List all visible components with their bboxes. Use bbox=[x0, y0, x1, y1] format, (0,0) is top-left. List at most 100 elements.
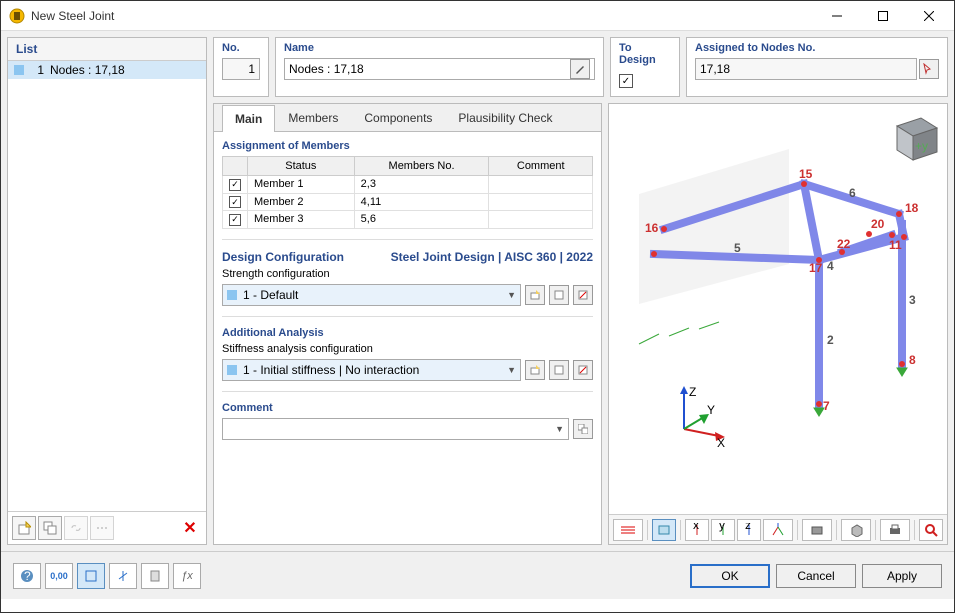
new-item-button[interactable] bbox=[12, 516, 36, 540]
footer-left-toolbar: ? 0,00 ƒx bbox=[13, 563, 201, 589]
comment-input[interactable]: ▼ bbox=[222, 418, 569, 440]
more-button[interactable] bbox=[90, 516, 114, 540]
strength-config-label: Strength configuration bbox=[222, 268, 593, 280]
calc-button[interactable] bbox=[109, 563, 137, 589]
table-row[interactable]: ✓Member 35,6 bbox=[223, 211, 593, 229]
view-cube[interactable]: +y bbox=[885, 110, 941, 166]
no-input[interactable]: 1 bbox=[222, 58, 260, 80]
stiff-new-icon[interactable] bbox=[525, 360, 545, 380]
list-item-label: Nodes : 17,18 bbox=[50, 63, 125, 77]
pick-nodes-icon[interactable] bbox=[919, 59, 939, 79]
stiffness-combo[interactable]: 1 - Initial stiffness | No interaction ▼ bbox=[222, 359, 521, 381]
main-area: No. 1 Name Nodes : 17,18 To Design ✓ Ass… bbox=[213, 37, 948, 545]
additional-title: Additional Analysis bbox=[222, 327, 593, 339]
svg-text:Y: Y bbox=[707, 403, 715, 417]
col-comment: Comment bbox=[489, 157, 593, 176]
comment-expand-icon[interactable] bbox=[573, 419, 593, 439]
svg-text:20: 20 bbox=[871, 217, 885, 231]
titlebar: New Steel Joint bbox=[1, 1, 954, 31]
view-display-button[interactable] bbox=[613, 519, 643, 541]
assigned-label: Assigned to Nodes No. bbox=[695, 42, 939, 54]
copy-item-button[interactable] bbox=[38, 516, 62, 540]
config-new-icon[interactable] bbox=[525, 285, 545, 305]
svg-text:16: 16 bbox=[645, 221, 659, 235]
list-header: List bbox=[8, 38, 206, 61]
left-panel: List 1 Nodes : 17,18 ✕ bbox=[7, 37, 207, 545]
view-y-button[interactable]: y bbox=[711, 519, 735, 541]
svg-text:+y: +y bbox=[915, 139, 928, 153]
strength-config-combo[interactable]: 1 - Default ▼ bbox=[222, 284, 521, 306]
view-print-button[interactable] bbox=[880, 519, 910, 541]
list-item[interactable]: 1 Nodes : 17,18 bbox=[8, 61, 206, 79]
view-iso-button[interactable] bbox=[763, 519, 793, 541]
view-show-model-button[interactable] bbox=[652, 519, 676, 541]
svg-text:Z: Z bbox=[689, 385, 696, 399]
list-body: 1 Nodes : 17,18 bbox=[8, 61, 206, 511]
col-status: Status bbox=[248, 157, 355, 176]
view-toolbar: x y z bbox=[609, 514, 947, 544]
svg-text:z: z bbox=[745, 523, 751, 532]
config-edit-icon[interactable] bbox=[549, 285, 569, 305]
tab-main[interactable]: Main bbox=[222, 105, 275, 132]
view-render-button[interactable] bbox=[802, 519, 832, 541]
view-zoom-button[interactable] bbox=[919, 519, 943, 541]
svg-text:17: 17 bbox=[809, 261, 823, 275]
table-row[interactable]: ✓Member 12,3 bbox=[223, 176, 593, 194]
tab-components[interactable]: Components bbox=[351, 104, 445, 131]
svg-text:?: ? bbox=[24, 569, 31, 583]
help-button[interactable]: ? bbox=[13, 563, 41, 589]
chevron-down-icon: ▼ bbox=[555, 424, 564, 434]
svg-text:y: y bbox=[719, 523, 725, 532]
edit-name-icon[interactable] bbox=[570, 59, 590, 79]
view3d[interactable]: 15 6 18 16 20 22 11 5 17 4 3 2 8 bbox=[609, 104, 947, 514]
config-delete-icon[interactable] bbox=[573, 285, 593, 305]
app-icon bbox=[9, 8, 25, 24]
assigned-input[interactable]: 17,18 bbox=[695, 58, 917, 80]
close-button[interactable] bbox=[906, 2, 952, 30]
section-assignment: Assignment of Members Status Members No.… bbox=[222, 140, 593, 240]
view-cube-button[interactable] bbox=[841, 519, 871, 541]
delete-button[interactable]: ✕ bbox=[178, 516, 202, 540]
svg-text:5: 5 bbox=[734, 241, 741, 255]
chevron-down-icon: ▼ bbox=[507, 290, 516, 300]
tab-members[interactable]: Members bbox=[275, 104, 351, 131]
report-button[interactable] bbox=[141, 563, 169, 589]
window-title: New Steel Joint bbox=[31, 9, 814, 23]
name-label: Name bbox=[284, 42, 595, 54]
svg-text:22: 22 bbox=[837, 237, 851, 251]
tabs: Main Members Components Plausibility Che… bbox=[214, 104, 601, 132]
view-x-button[interactable]: x bbox=[685, 519, 709, 541]
no-field-group: No. 1 bbox=[213, 37, 269, 97]
design-config-title: Design Configuration Steel Joint Design … bbox=[222, 250, 593, 264]
view-mode-button[interactable] bbox=[77, 563, 105, 589]
list-item-icon bbox=[14, 65, 24, 75]
row-checkbox[interactable]: ✓ bbox=[229, 179, 241, 191]
axis-indicator: Z X Y bbox=[659, 384, 719, 444]
stiff-edit-icon[interactable] bbox=[549, 360, 569, 380]
cancel-button[interactable]: Cancel bbox=[776, 564, 856, 588]
minimize-button[interactable] bbox=[814, 2, 860, 30]
ok-button[interactable]: OK bbox=[690, 564, 770, 588]
section-design-config: Design Configuration Steel Joint Design … bbox=[222, 250, 593, 317]
link-button[interactable] bbox=[64, 516, 88, 540]
script-button[interactable]: ƒx bbox=[173, 563, 201, 589]
table-row[interactable]: ✓Member 24,11 bbox=[223, 193, 593, 211]
todesign-field-group: To Design ✓ bbox=[610, 37, 680, 97]
assignment-title: Assignment of Members bbox=[222, 140, 593, 152]
units-button[interactable]: 0,00 bbox=[45, 563, 73, 589]
svg-text:11: 11 bbox=[889, 238, 902, 252]
svg-text:x: x bbox=[693, 523, 699, 532]
row-checkbox[interactable]: ✓ bbox=[229, 196, 241, 208]
maximize-button[interactable] bbox=[860, 2, 906, 30]
row-checkbox[interactable]: ✓ bbox=[229, 214, 241, 226]
name-input[interactable]: Nodes : 17,18 bbox=[284, 58, 595, 80]
apply-button[interactable]: Apply bbox=[862, 564, 942, 588]
view-z-button[interactable]: z bbox=[737, 519, 761, 541]
tab-plausibility[interactable]: Plausibility Check bbox=[445, 104, 565, 131]
combo-icon bbox=[227, 365, 237, 375]
stiffness-label: Stiffness analysis configuration bbox=[222, 343, 593, 355]
stiff-delete-icon[interactable] bbox=[573, 360, 593, 380]
todesign-label: To Design bbox=[619, 42, 671, 66]
todesign-checkbox[interactable]: ✓ bbox=[619, 74, 633, 88]
svg-text:8: 8 bbox=[909, 353, 916, 367]
